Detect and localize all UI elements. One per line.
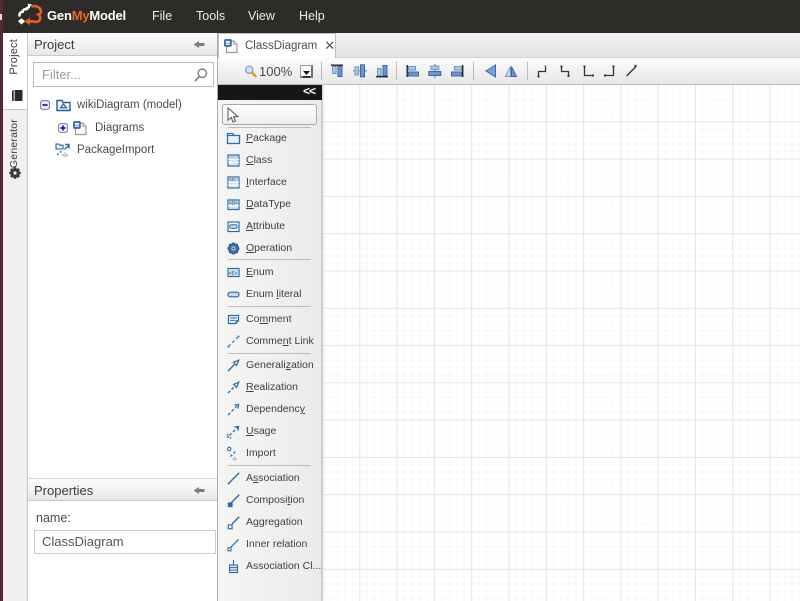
svg-text:‹I›: ‹I› [232, 456, 237, 460]
svg-text:‹I›: ‹I› [62, 152, 68, 158]
svg-text:«E»: «E» [229, 270, 238, 276]
